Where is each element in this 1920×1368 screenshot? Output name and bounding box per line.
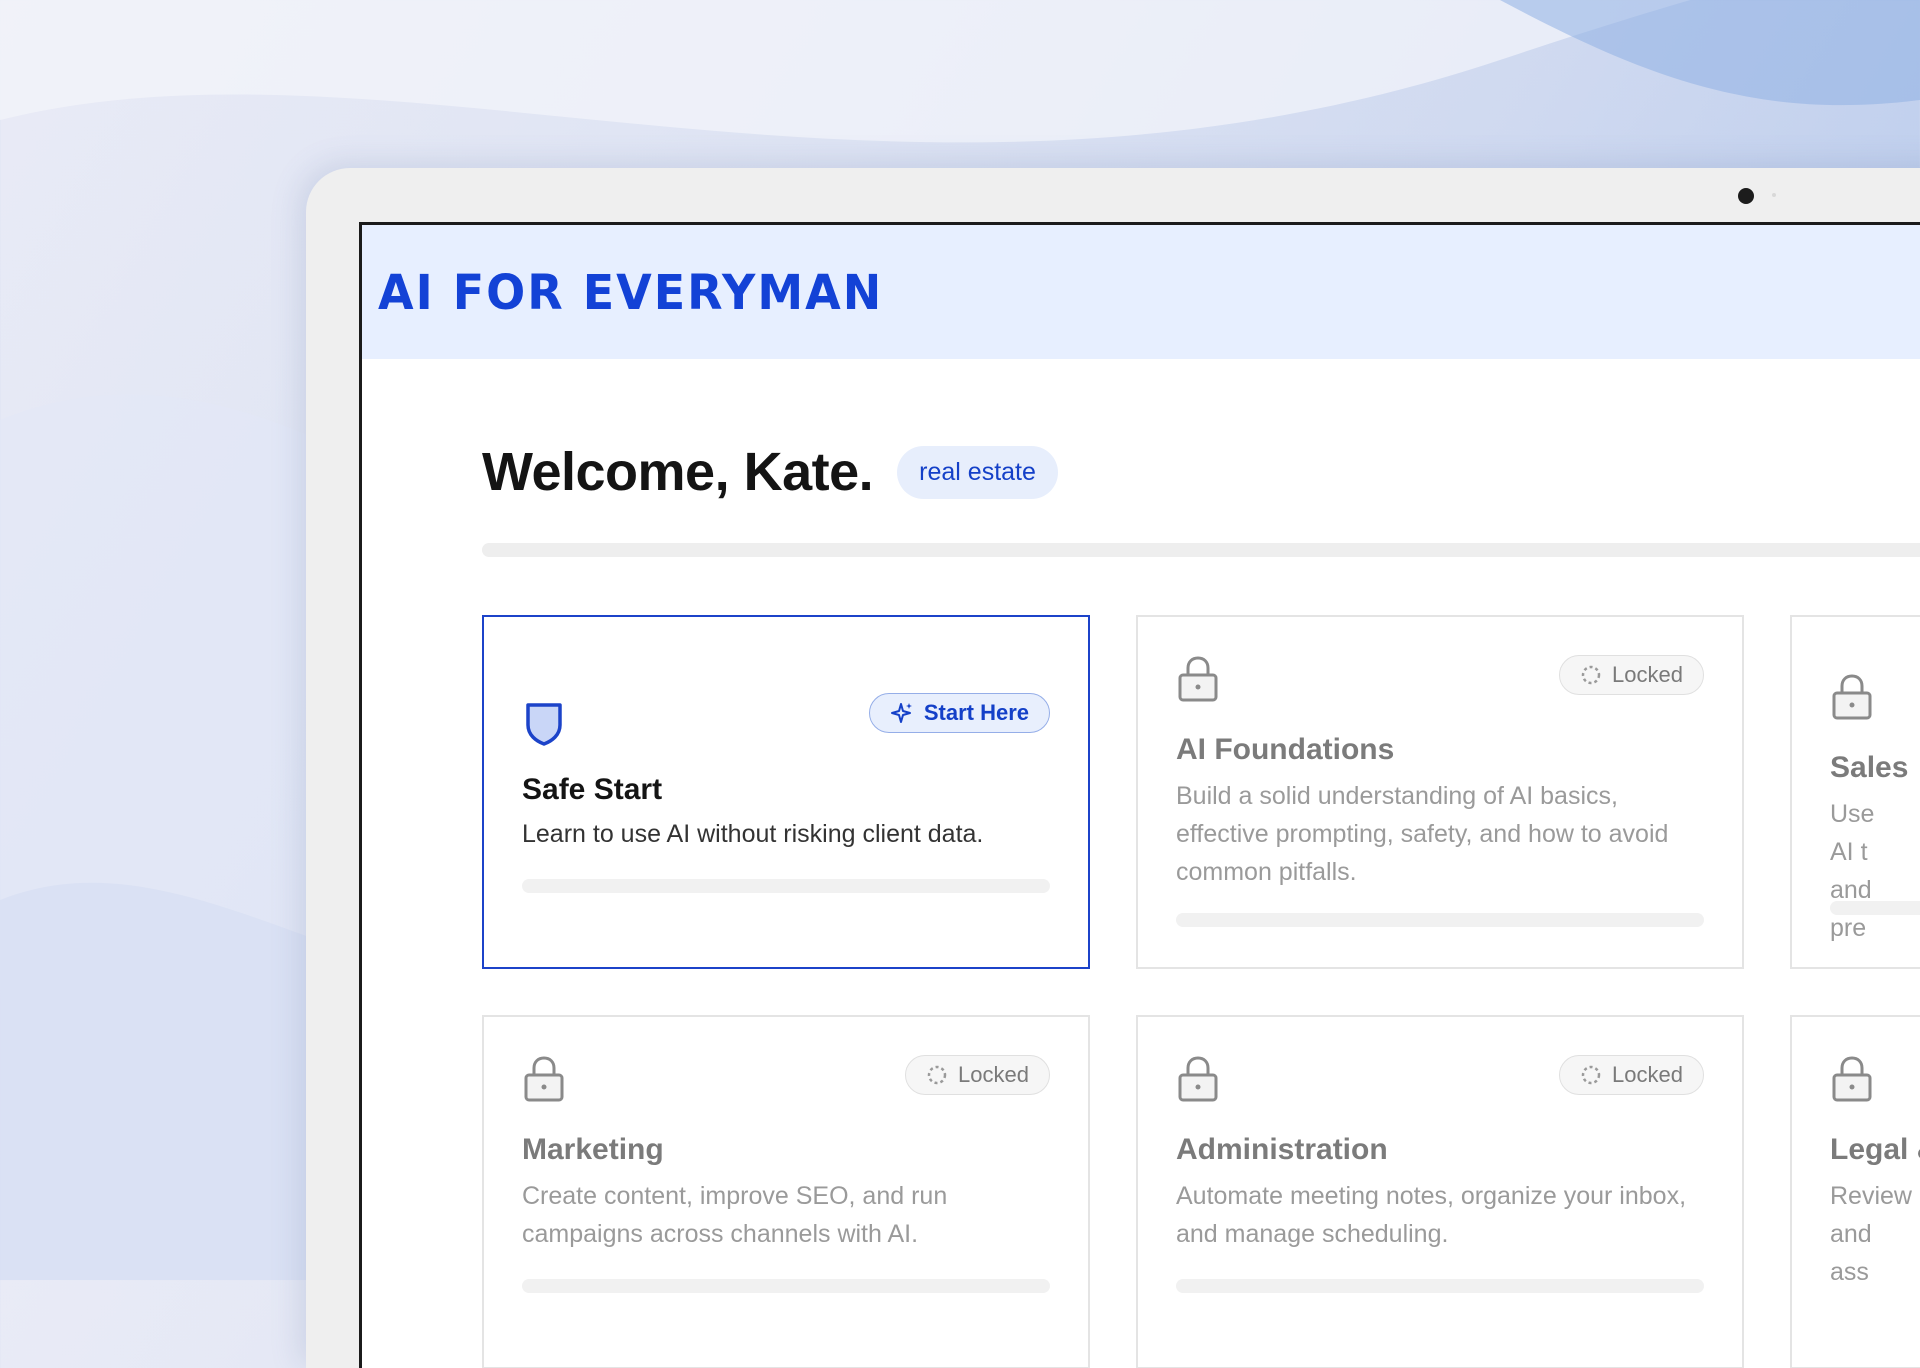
loading-icon	[1581, 1065, 1601, 1085]
module-progress-bar	[1176, 1279, 1704, 1293]
module-description: Use AI t and pre	[1830, 800, 1875, 942]
laptop-frame: AI FOR EVERYMAN Welcome, Kate. real esta…	[306, 168, 1920, 1368]
overall-progress-bar	[482, 543, 1920, 557]
badge-label: Locked	[1612, 1062, 1683, 1087]
module-card-marketing[interactable]: Locked Marketing Create content, improve…	[482, 1015, 1090, 1368]
lock-icon	[1178, 1056, 1218, 1102]
lock-icon	[524, 1056, 564, 1102]
welcome-row: Welcome, Kate. real estate	[482, 441, 1920, 503]
badge-label: Locked	[958, 1062, 1029, 1087]
start-here-badge[interactable]: Start Here	[868, 693, 1050, 733]
module-progress-bar	[522, 879, 1050, 893]
sparkle-icon	[890, 703, 912, 723]
dashboard: Welcome, Kate. real estate	[482, 359, 1920, 557]
module-title: Sales	[1830, 751, 1909, 784]
module-title: Safe Start	[522, 773, 663, 806]
module-title: Legal &	[1830, 1133, 1920, 1166]
lock-icon	[1832, 1056, 1872, 1102]
brand-logo[interactable]: AI FOR EVERYMAN	[378, 264, 883, 321]
module-description: Automate meeting notes, organize your in…	[1176, 1182, 1687, 1248]
page-title: Welcome, Kate.	[482, 442, 874, 502]
locked-badge: Locked	[905, 1055, 1050, 1095]
module-card-legal[interactable]: Legal & Review and ass	[1790, 1015, 1920, 1368]
module-description: Create content, improve SEO, and run cam…	[522, 1182, 948, 1248]
module-title: Administration	[1176, 1133, 1388, 1166]
module-card-sales[interactable]: Sales Use AI t and pre	[1790, 615, 1920, 969]
module-card-ai-foundations[interactable]: Locked AI Foundations Build a solid unde…	[1136, 615, 1744, 969]
locked-badge: Locked	[1559, 655, 1704, 695]
module-progress-bar	[522, 1279, 1050, 1293]
loading-icon	[1581, 665, 1601, 685]
industry-tag: real estate	[897, 445, 1058, 499]
module-description: Build a solid understanding of AI basics…	[1176, 782, 1669, 886]
module-description: Learn to use AI without risking client d…	[522, 820, 984, 848]
module-description: Review and ass	[1830, 1182, 1912, 1286]
module-card-administration[interactable]: Locked Administration Automate meeting n…	[1136, 1015, 1744, 1368]
lock-icon	[1178, 656, 1218, 702]
badge-label: Locked	[1612, 662, 1683, 687]
lock-icon	[1832, 674, 1872, 720]
loading-icon	[927, 1065, 947, 1085]
webcam	[1738, 188, 1754, 204]
webcam-indicator	[1772, 193, 1776, 197]
header-bar: AI FOR EVERYMAN	[362, 225, 1920, 359]
app-screen: AI FOR EVERYMAN Welcome, Kate. real esta…	[359, 222, 1920, 1368]
module-card-safe-start[interactable]: Start Here Safe Start Learn to use AI wi…	[482, 615, 1090, 969]
module-progress-bar	[1830, 901, 1920, 915]
locked-badge: Locked	[1559, 1055, 1704, 1095]
module-title: AI Foundations	[1176, 733, 1395, 766]
shield-icon	[526, 703, 562, 746]
badge-label: Start Here	[923, 700, 1029, 725]
module-title: Marketing	[522, 1133, 664, 1166]
module-progress-bar	[1176, 913, 1704, 927]
